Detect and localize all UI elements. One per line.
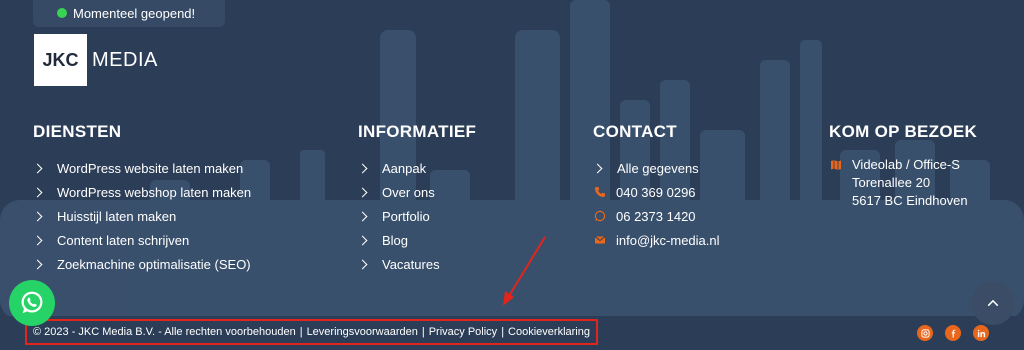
chevron-right-icon (357, 211, 368, 221)
diensten-item-label: Content laten schrijven (57, 232, 190, 248)
visit-line1: Videolab / Office-S (852, 157, 960, 172)
separator: | (299, 326, 303, 338)
separator: | (501, 326, 505, 338)
chevron-right-icon (32, 259, 43, 269)
diensten-item-label: WordPress website laten maken (57, 160, 244, 176)
chevron-right-icon (32, 163, 43, 173)
informatief-item[interactable]: Vacatures (357, 252, 476, 276)
diensten-item[interactable]: Content laten schrijven (32, 228, 251, 252)
chevron-right-icon (357, 259, 368, 269)
contact-all-label: Alle gegevens (617, 160, 699, 176)
informatief-item-label: Blog (382, 232, 409, 248)
visit-address[interactable]: Videolab / Office-S Torenallee 20 5617 B… (829, 156, 977, 210)
contact-heading: CONTACT (593, 122, 677, 141)
logo-text: MEDIA (92, 48, 158, 71)
copyright-bar: © 2023 - JKC Media B.V. - Alle rechten v… (25, 319, 598, 345)
copyright-text: © 2023 - JKC Media B.V. - Alle rechten v… (33, 326, 296, 338)
separator: | (421, 326, 425, 338)
chevron-right-icon (357, 163, 368, 173)
diensten-item[interactable]: Huisstijl laten maken (32, 204, 251, 228)
whatsapp-small-icon (593, 209, 607, 223)
map-icon (829, 158, 843, 172)
informatief-column: INFORMATIEF Aanpak Over ons Portfolio Bl… (357, 122, 477, 276)
chevron-right-icon (357, 235, 368, 245)
informatief-item[interactable]: Over ons (357, 180, 476, 204)
facebook-icon[interactable] (945, 325, 961, 341)
informatief-item[interactable]: Portfolio (357, 204, 476, 228)
informatief-heading: INFORMATIEF (358, 122, 477, 141)
opening-status: Momenteel geopend! (33, 0, 225, 27)
logo[interactable]: JKC MEDIA (34, 34, 158, 86)
contact-column: CONTACT Alle gegevens 040 369 0296 06 23… (592, 122, 720, 252)
informatief-item[interactable]: Aanpak (357, 156, 476, 180)
informatief-item-label: Portfolio (382, 208, 430, 224)
contact-whatsapp: 06 2373 1420 (616, 208, 696, 224)
contact-email-link[interactable]: info@jkc-media.nl (593, 228, 720, 252)
cookieverklaring-link[interactable]: Cookieverklaring (508, 326, 590, 338)
diensten-column: DIENSTEN WordPress website laten maken W… (32, 122, 252, 276)
contact-email: info@jkc-media.nl (616, 232, 720, 248)
leveringsvoorwaarden-link[interactable]: Leveringsvoorwaarden (307, 326, 418, 338)
informatief-item-label: Aanpak (382, 160, 427, 176)
chevron-right-icon (357, 187, 368, 197)
chevron-right-icon (32, 211, 43, 221)
informatief-item-label: Over ons (382, 184, 435, 200)
privacy-policy-link[interactable]: Privacy Policy (429, 326, 497, 338)
instagram-icon[interactable] (917, 325, 933, 341)
diensten-item-label: Huisstijl laten maken (57, 208, 177, 224)
visit-column: KOM OP BEZOEK Videolab / Office-S Torena… (829, 122, 977, 210)
chevron-right-icon (32, 235, 43, 245)
chevron-up-icon (987, 299, 999, 306)
whatsapp-button[interactable] (9, 280, 55, 326)
diensten-item-label: Zoekmachine optimalisatie (SEO) (57, 256, 251, 272)
visit-line3: 5617 BC Eindhoven (852, 193, 968, 208)
whatsapp-icon (21, 291, 43, 314)
contact-whatsapp-link[interactable]: 06 2373 1420 (593, 204, 720, 228)
diensten-item[interactable]: Zoekmachine optimalisatie (SEO) (32, 252, 251, 276)
diensten-item-label: WordPress webshop laten maken (57, 184, 252, 200)
diensten-item[interactable]: WordPress website laten maken (32, 156, 251, 180)
informatief-item[interactable]: Blog (357, 228, 476, 252)
chevron-right-icon (32, 187, 43, 197)
back-to-top-button[interactable] (971, 281, 1015, 325)
visit-line2: Torenallee 20 (852, 175, 931, 190)
phone-icon (593, 185, 607, 199)
informatief-item-label: Vacatures (382, 256, 440, 272)
contact-all-link[interactable]: Alle gegevens (592, 156, 720, 180)
chevron-right-icon (592, 163, 603, 173)
diensten-heading: DIENSTEN (33, 122, 122, 141)
logo-box: JKC (34, 34, 87, 86)
contact-phone: 040 369 0296 (616, 184, 696, 200)
contact-phone-link[interactable]: 040 369 0296 (593, 180, 720, 204)
linkedin-icon[interactable] (973, 325, 989, 341)
diensten-item[interactable]: WordPress webshop laten maken (32, 180, 252, 204)
email-icon (593, 233, 607, 247)
visit-heading: KOM OP BEZOEK (829, 122, 978, 141)
status-text: Momenteel geopend! (73, 6, 196, 21)
status-dot-icon (57, 8, 67, 18)
